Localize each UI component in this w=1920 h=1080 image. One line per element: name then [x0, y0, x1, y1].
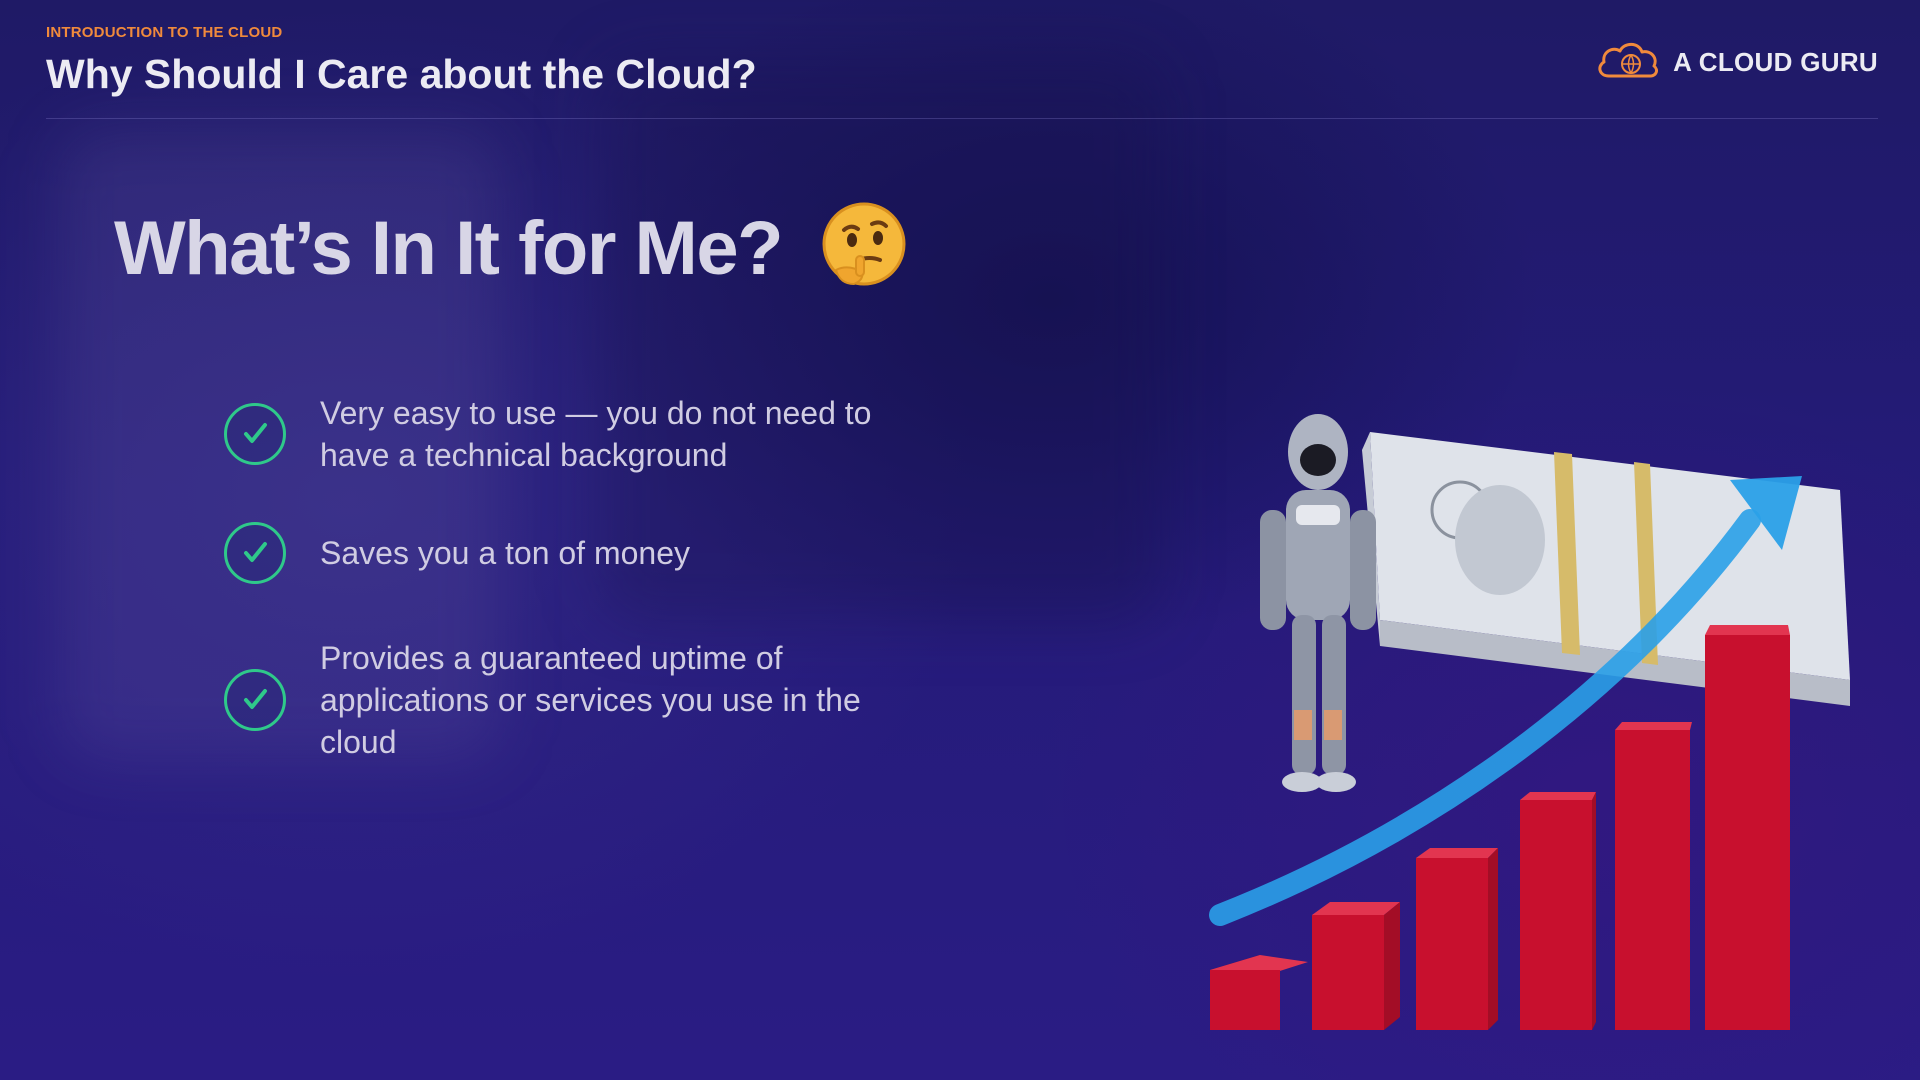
- slide-heading: What’s In It for Me?: [114, 206, 784, 291]
- benefit-text: Saves you a ton of money: [320, 535, 690, 571]
- benefit-text: Provides a guaranteed uptime of applicat…: [320, 640, 861, 760]
- brand-name: A CLOUD GURU: [1673, 47, 1878, 77]
- header-block: INTRODUCTION TO THE CLOUD Why Should I C…: [46, 24, 757, 98]
- list-item: Saves you a ton of money: [224, 522, 900, 584]
- cloud-logo-icon: [1595, 38, 1661, 87]
- growth-illustration: [1190, 410, 1880, 1040]
- bar-chart-icon: [1209, 414, 1850, 1030]
- list-item: Provides a guaranteed uptime of applicat…: [224, 637, 900, 763]
- check-circle-icon: [224, 522, 286, 584]
- brand-logo: A CLOUD GURU: [1595, 38, 1878, 87]
- check-circle-icon: [224, 669, 286, 731]
- section-label: INTRODUCTION TO THE CLOUD: [46, 24, 283, 41]
- header-divider: [46, 118, 1878, 119]
- slide-heading-row: What’s In It for Me?: [114, 200, 910, 297]
- check-circle-icon: [224, 403, 286, 465]
- page-title: Why Should I Care about the Cloud?: [46, 51, 757, 97]
- list-item: Very easy to use — you do not need to ha…: [224, 392, 900, 476]
- thinking-face-icon: [818, 200, 910, 297]
- robot-figure-icon: [1260, 414, 1376, 792]
- benefit-text: Very easy to use — you do not need to ha…: [320, 395, 872, 473]
